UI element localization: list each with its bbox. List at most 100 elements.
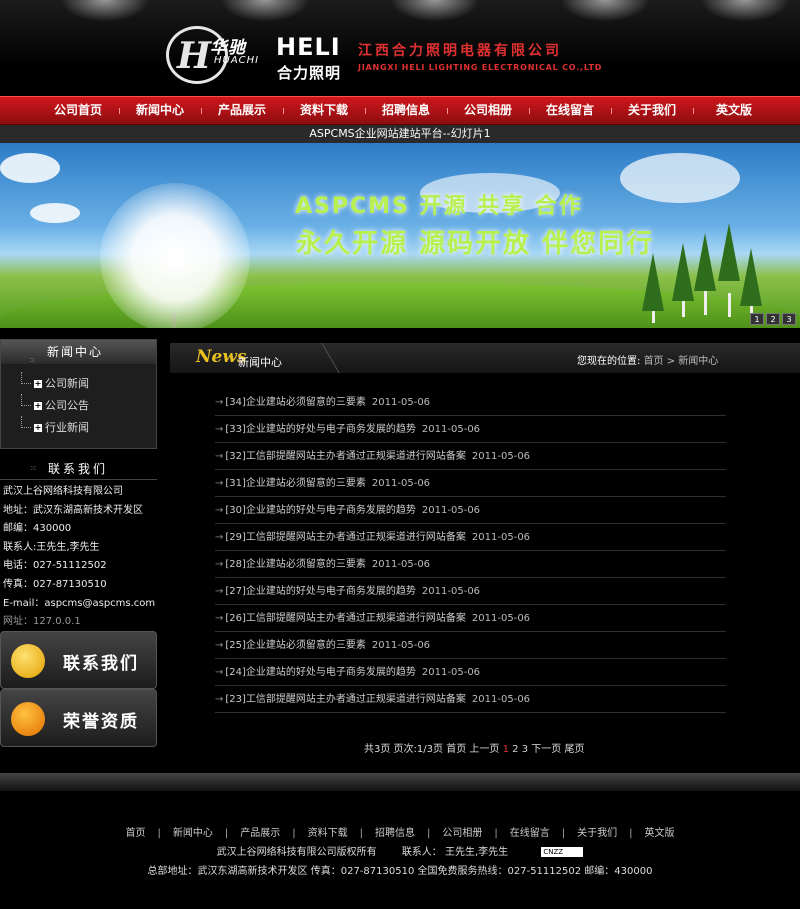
news-item[interactable]: → [33]企业建站的好处与电子商务发展的趋势 2011-05-06 <box>215 416 726 443</box>
news-title[interactable]: [31]企业建站必须留意的三要素 <box>225 478 366 489</box>
news-date: 2011-05-06 <box>421 586 481 597</box>
contact-us-button[interactable]: 联系我们 <box>0 631 157 689</box>
footer-link-news[interactable]: 新闻中心 <box>173 828 213 839</box>
plus-icon: + <box>34 423 42 432</box>
cloud <box>30 203 80 223</box>
news-item[interactable]: → [32]工信部提醒网站主办者通过正规渠道进行网站备案 2011-05-06 <box>215 443 726 470</box>
footer-copyright: 武汉上谷网络科技有限公司版权所有 <box>216 847 377 858</box>
nav-item-home[interactable]: 公司首页 <box>37 97 119 124</box>
sidebar-item-company-news[interactable]: + 公司新闻 <box>21 372 89 398</box>
sidebar-news-header: ⁙ 新闻中心 <box>1 340 156 365</box>
news-item[interactable]: → [23]工信部提醒网站主办者通过正规渠道进行网站备案 2011-05-06 <box>215 686 726 713</box>
contact-address: 地址：武汉东湖高新技术开发区 <box>3 504 143 516</box>
contact-email[interactable]: E-mail：aspcms@aspcms.com <box>3 595 163 614</box>
contact-website[interactable]: 网址：127.0.0.1 <box>3 613 163 632</box>
news-item[interactable]: → [34]企业建站必须留意的三要素 2011-05-06 <box>215 389 726 416</box>
spotlight <box>390 0 480 22</box>
sidebar-category-list: + 公司新闻 + 公司公告 + 行业新闻 <box>21 372 89 442</box>
news-title[interactable]: [33]企业建站的好处与电子商务发展的趋势 <box>225 424 416 435</box>
contact-person: 联系人:王先生,李先生 <box>3 541 100 553</box>
nav-item-about[interactable]: 关于我们 <box>611 97 693 124</box>
news-item[interactable]: → [28]企业建站必须留意的三要素 2011-05-06 <box>215 551 726 578</box>
brand-chinese: 合力照明 <box>277 64 342 82</box>
arrow-icon: → <box>215 613 224 624</box>
banner-slogan-1: ASPCMS 开源 共享 合作 <box>295 194 583 219</box>
tree-branch-icon <box>21 394 31 406</box>
news-title[interactable]: [28]企业建站必须留意的三要素 <box>225 559 366 570</box>
slide-number-1[interactable]: 1 <box>750 313 764 325</box>
news-title[interactable]: [23]工信部提醒网站主办者通过正规渠道进行网站备案 <box>225 694 466 705</box>
news-item[interactable]: → [30]企业建站的好处与电子商务发展的趋势 2011-05-06 <box>215 497 726 524</box>
news-date: 2011-05-06 <box>371 559 431 570</box>
footer-separator: | <box>629 828 633 839</box>
footer-address-line: 总部地址：武汉东湖高新技术开发区 传真：027-87130510 全国免费服务热… <box>147 866 653 877</box>
tree <box>718 223 740 281</box>
company-name-en: JIANGXI HELI LIGHTING ELECTRONICAL CO.,L… <box>358 63 603 72</box>
dandelion-image <box>100 183 250 328</box>
footer-link-about[interactable]: 关于我们 <box>577 828 617 839</box>
news-title[interactable]: [32]工信部提醒网站主办者通过正规渠道进行网站备案 <box>225 451 466 462</box>
footer-link-downloads[interactable]: 资料下载 <box>308 828 348 839</box>
footer-separator: | <box>157 828 161 839</box>
contact-title: 联系我们 <box>48 462 109 476</box>
news-item[interactable]: → [29]工信部提醒网站主办者通过正规渠道进行网站备案 2011-05-06 <box>215 524 726 551</box>
news-item[interactable]: → [31]企业建站必须留意的三要素 2011-05-06 <box>215 470 726 497</box>
sidebar-item-company-notice[interactable]: + 公司公告 <box>21 394 89 420</box>
news-title[interactable]: [29]工信部提醒网站主办者通过正规渠道进行网站备案 <box>225 532 466 543</box>
news-title[interactable]: [27]企业建站的好处与电子商务发展的趋势 <box>225 586 416 597</box>
cnzz-badge[interactable]: CNZZ <box>541 847 584 857</box>
slide-number-2[interactable]: 2 <box>766 313 780 325</box>
footer-link-album[interactable]: 公司相册 <box>442 828 482 839</box>
nav-item-downloads[interactable]: 资料下载 <box>283 97 365 124</box>
news-title[interactable]: [24]企业建站的好处与电子商务发展的趋势 <box>225 667 416 678</box>
footer-link-products[interactable]: 产品展示 <box>240 828 280 839</box>
nav-item-jobs[interactable]: 招聘信息 <box>365 97 447 124</box>
nav-item-guestbook[interactable]: 在线留言 <box>529 97 611 124</box>
news-date: 2011-05-06 <box>371 397 431 408</box>
news-item[interactable]: → [25]企业建站必须留意的三要素 2011-05-06 <box>215 632 726 659</box>
breadcrumb-path[interactable]: 首页 > 新闻中心 <box>644 356 719 367</box>
nav-item-album[interactable]: 公司相册 <box>447 97 529 124</box>
news-title[interactable]: [26]工信部提醒网站主办者通过正规渠道进行网站备案 <box>225 613 466 624</box>
nav-item-news[interactable]: 新闻中心 <box>119 97 201 124</box>
banner-slideshow[interactable]: ASPCMS 开源 共享 合作 永久开源 源码开放 伴您同行 1 2 3 <box>0 143 800 328</box>
news-date: 2011-05-06 <box>421 424 481 435</box>
news-title[interactable]: [34]企业建站必须留意的三要素 <box>225 397 366 408</box>
footer-separator: | <box>359 828 363 839</box>
slide-title: ASPCMS企业网站建站平台--幻灯片1 <box>0 125 800 143</box>
news-title[interactable]: [30]企业建站的好处与电子商务发展的趋势 <box>225 505 416 516</box>
news-title[interactable]: [25]企业建站必须留意的三要素 <box>225 640 366 651</box>
arrow-icon: → <box>215 451 224 462</box>
sidebar-item-label: 公司新闻 <box>45 377 89 390</box>
footer-link-home[interactable]: 首页 <box>126 828 146 839</box>
footer-link-guestbook[interactable]: 在线留言 <box>510 828 550 839</box>
news-date: 2011-05-06 <box>471 613 531 624</box>
company-name-cn: 江西合力照明电器有限公司 <box>358 43 562 59</box>
pager-page-3[interactable]: 3 <box>522 744 528 755</box>
spotlight <box>60 0 150 22</box>
slide-number-3[interactable]: 3 <box>782 313 796 325</box>
contact-header: ⁙ 联系我们 <box>0 458 157 480</box>
honor-button[interactable]: 荣誉资质 <box>0 689 157 747</box>
footer-link-english[interactable]: 英文版 <box>645 828 675 839</box>
news-item[interactable]: → [24]企业建站的好处与电子商务发展的趋势 2011-05-06 <box>215 659 726 686</box>
pager-prev[interactable]: 上一页 <box>469 744 499 755</box>
nav-item-english[interactable]: 英文版 <box>693 97 775 124</box>
news-item[interactable]: → [27]企业建站的好处与电子商务发展的趋势 2011-05-06 <box>215 578 726 605</box>
news-item[interactable]: → [26]工信部提醒网站主办者通过正规渠道进行网站备案 2011-05-06 <box>215 605 726 632</box>
pager-next[interactable]: 下一页 <box>531 744 561 755</box>
pager-first[interactable]: 首页 <box>446 744 466 755</box>
pager-last[interactable]: 尾页 <box>564 744 584 755</box>
nav-item-products[interactable]: 产品展示 <box>201 97 283 124</box>
sidebar-item-label: 公司公告 <box>45 399 89 412</box>
breadcrumb-label: 您现在的位置: <box>577 356 641 367</box>
news-date: 2011-05-06 <box>471 532 531 543</box>
news-list: → [34]企业建站必须留意的三要素 2011-05-06 → [33]企业建站的好处… <box>215 389 726 713</box>
logo-glyph: H <box>177 35 212 77</box>
footer-link-jobs[interactable]: 招聘信息 <box>375 828 415 839</box>
sidebar-item-industry-news[interactable]: + 行业新闻 <box>21 416 89 442</box>
arrow-icon: → <box>215 559 224 570</box>
grid-icon: ⁙ <box>29 356 36 365</box>
pager-page-2[interactable]: 2 <box>512 744 518 755</box>
arrow-icon: → <box>215 424 224 435</box>
